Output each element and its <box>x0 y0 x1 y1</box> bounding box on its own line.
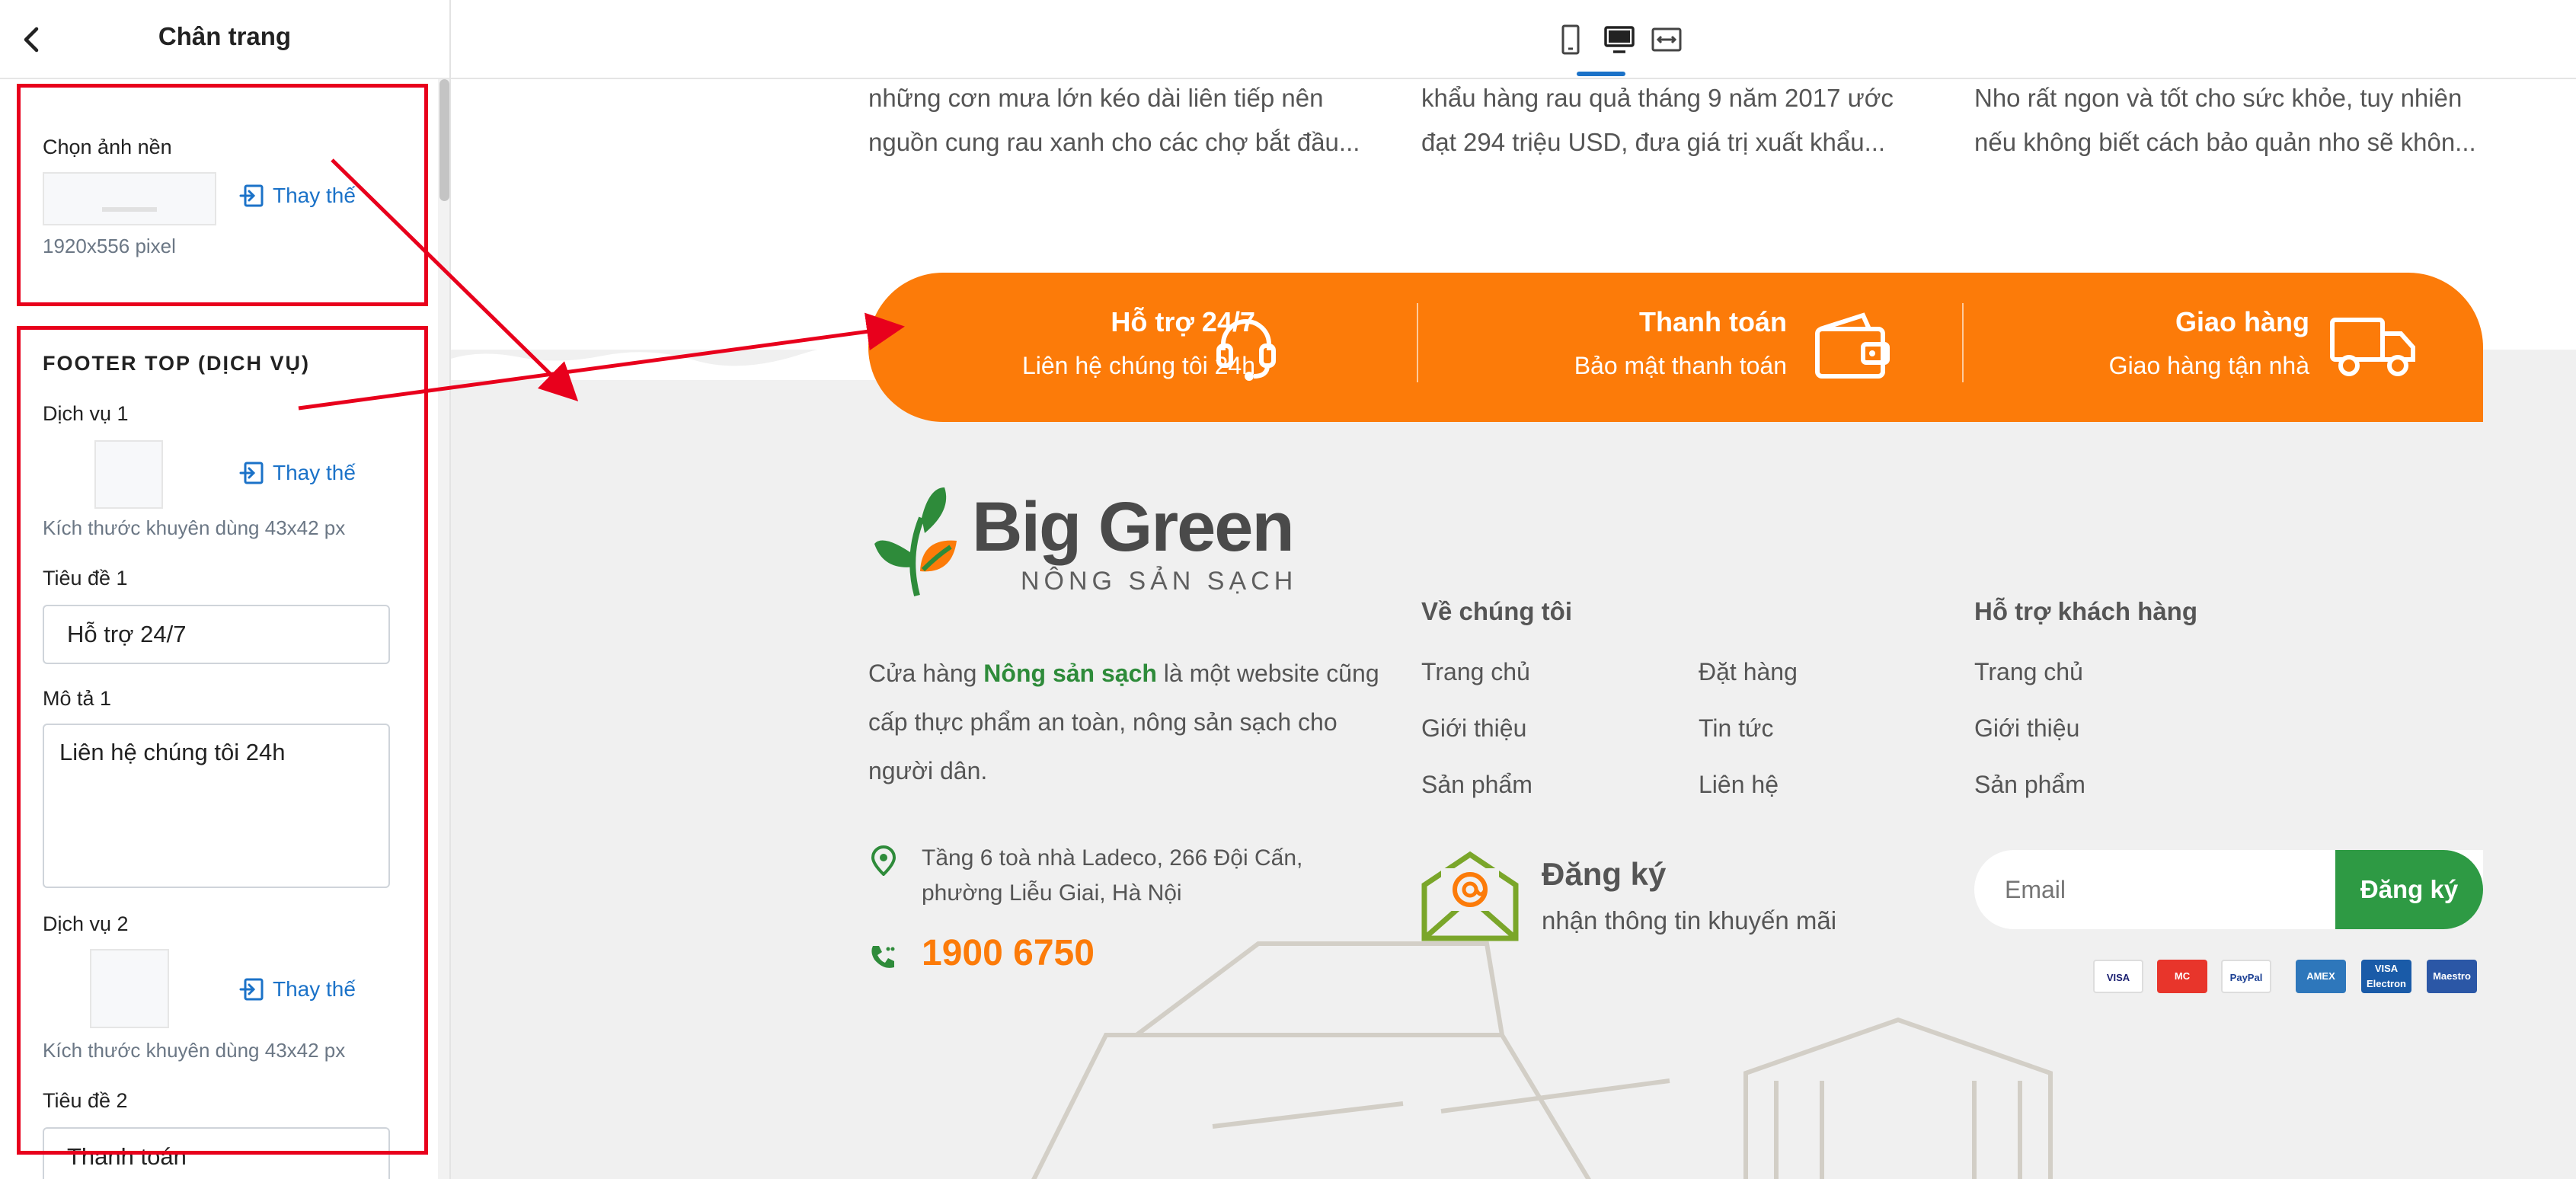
leaf-logo-icon <box>868 487 975 602</box>
support-link-home[interactable]: Trang chủ <box>1974 658 2083 686</box>
service1-label: Dịch vụ 1 <box>43 402 129 425</box>
mail-icon <box>1420 850 1520 943</box>
news-excerpt-1-line1: những cơn mưa lớn kéo dài liên tiếp nên <box>868 84 1324 112</box>
mastercard-icon: MC <box>2157 960 2207 993</box>
paypal-icon: PayPal <box>2221 960 2271 993</box>
service1-size-note: Kích thước khuyên dùng 43x42 px <box>43 516 346 539</box>
panel-header: Chân trang <box>0 0 449 79</box>
about-text: Cửa hàng Nông sản sạch là một website cũ… <box>868 649 1386 795</box>
truck-icon <box>2329 315 2418 379</box>
mobile-icon[interactable] <box>1552 21 1589 58</box>
title1-input[interactable]: Hỗ trợ 24/7 <box>43 605 390 664</box>
service-separator <box>1962 303 1964 382</box>
section-title: FOOTER TOP (DỊCH VỤ) <box>43 352 311 375</box>
visa-electron-icon: VISA Electron <box>2361 960 2411 993</box>
about-link-news[interactable]: Tin tức <box>1699 714 1773 743</box>
replace-icon <box>239 976 265 1002</box>
service2-thumbnail <box>90 949 169 1028</box>
logo-title: Big Green <box>972 488 1295 566</box>
support-link-products[interactable]: Sản phẩm <box>1974 771 2085 799</box>
title2-input[interactable]: Thanh toán <box>43 1127 390 1179</box>
service2-title: Thanh toán <box>1639 306 1787 337</box>
replace-label: Thay thế <box>273 184 356 207</box>
replace-icon <box>239 183 265 209</box>
panel-title: Chân trang <box>158 22 292 50</box>
subscribe-form: Đăng ký <box>1974 850 2483 929</box>
footer-service-bar: Hỗ trợ 24/7 Liên hệ chúng tôi 24h Thanh … <box>868 273 2483 422</box>
title1-label: Tiêu đề 1 <box>43 567 128 590</box>
phone-icon <box>867 941 899 973</box>
desktop-icon[interactable] <box>1601 21 1638 58</box>
replace-icon <box>239 460 265 486</box>
visa-icon: VISA <box>2093 960 2143 993</box>
about-link-order[interactable]: Đặt hàng <box>1699 658 1798 686</box>
news-excerpt-3-line1: Nho rất ngon và tốt cho sức khỏe, tuy nh… <box>1974 84 2463 112</box>
amex-icon: AMEX <box>2296 960 2346 993</box>
replace-background-button[interactable]: Thay thế <box>239 183 356 209</box>
device-toolbar <box>451 0 2576 79</box>
wallet-icon <box>1813 309 1892 382</box>
logo-subtitle: NÔNG SẢN SẠCH <box>1021 567 1298 596</box>
subscribe-subtitle: nhận thông tin khuyến mãi <box>1542 906 1837 935</box>
title2-label: Tiêu đề 2 <box>43 1089 128 1112</box>
news-excerpt-3-line2: nếu không biết cách bảo quản nho sẽ khôn… <box>1974 128 2476 156</box>
about-prefix: Cửa hàng <box>868 660 984 687</box>
background-size-note: 1920x556 pixel <box>43 235 176 257</box>
about-highlight: Nông sản sạch <box>983 660 1157 687</box>
about-link-contact[interactable]: Liên hệ <box>1699 771 1779 799</box>
location-pin-icon <box>868 845 899 876</box>
panel-scroll-thumb[interactable] <box>439 79 449 201</box>
background-image-card: Chọn ảnh nền Thay thế 1920x556 pixel <box>20 94 423 302</box>
footer-background <box>451 350 2576 1179</box>
replace-label: Thay thế <box>273 977 356 1001</box>
fullwidth-icon[interactable] <box>1648 21 1685 58</box>
service2-desc: Bảo mật thanh toán <box>1574 352 1787 379</box>
support-link-intro[interactable]: Giới thiệu <box>1974 714 2079 743</box>
news-excerpt-2-line2: đạt 294 triệu USD, đưa giá trị xuất khẩu… <box>1421 128 1886 156</box>
about-link-home[interactable]: Trang chủ <box>1421 658 1530 686</box>
about-link-products[interactable]: Sản phẩm <box>1421 771 1532 799</box>
service2-size-note: Kích thước khuyên dùng 43x42 px <box>43 1039 346 1062</box>
subscribe-button[interactable]: Đăng ký <box>2335 850 2483 929</box>
replace-service2-button[interactable]: Thay thế <box>239 976 356 1002</box>
news-excerpt-1-line2: nguồn cung rau xanh cho các chợ bắt đầu.… <box>868 128 1360 156</box>
address-text: Tầng 6 toà nhà Ladeco, 266 Đội Cấn, phườ… <box>922 845 1303 906</box>
replace-service1-button[interactable]: Thay thế <box>239 460 356 486</box>
active-device-indicator <box>1577 72 1625 76</box>
service2-label: Dịch vụ 2 <box>43 912 129 935</box>
background-image-label: Chọn ảnh nền <box>43 136 172 158</box>
maestro-icon: Maestro <box>2427 960 2477 993</box>
email-input[interactable] <box>1974 850 2335 929</box>
service3-desc: Giao hàng tận nhà <box>2108 352 2309 379</box>
headset-icon <box>1210 311 1283 384</box>
service3-title: Giao hàng <box>2175 306 2309 337</box>
preview-area: những cơn mưa lớn kéo dài liên tiếp nên … <box>451 79 2576 1179</box>
desc1-label: Mô tả 1 <box>43 687 112 710</box>
background-thumbnail <box>43 172 216 225</box>
settings-panel: Chân trang Chọn ảnh nền Thay thế 1920x55… <box>0 0 451 1179</box>
subscribe-title: Đăng ký <box>1542 856 1667 892</box>
service1-thumbnail <box>94 440 163 509</box>
support-title: Hỗ trợ khách hàng <box>1974 597 2197 625</box>
about-us-title: Về chúng tôi <box>1421 597 1572 625</box>
desc1-textarea[interactable]: Liên hệ chúng tôi 24h <box>43 724 390 888</box>
news-excerpt-2-line1: khẩu hàng rau quả tháng 9 năm 2017 ước <box>1421 84 1894 112</box>
about-link-intro[interactable]: Giới thiệu <box>1421 714 1526 743</box>
panel-scrollbar[interactable] <box>438 79 449 1179</box>
service-separator <box>1417 303 1418 382</box>
footer-top-card: FOOTER TOP (DỊCH VỤ) Dịch vụ 1 Thay thế … <box>20 329 423 1179</box>
hotline-number[interactable]: 1900 6750 <box>922 932 1095 974</box>
replace-label: Thay thế <box>273 461 356 484</box>
